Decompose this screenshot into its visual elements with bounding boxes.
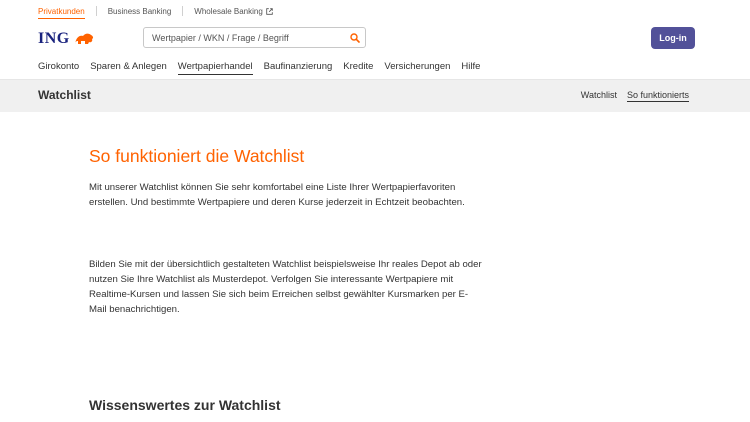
intro-paragraph: Mit unserer Watchlist können Sie sehr ko… bbox=[89, 182, 465, 208]
segment-bar: Privatkunden Business Banking Wholesale … bbox=[38, 0, 284, 22]
subnav-so-funktionierts[interactable]: So funktionierts bbox=[626, 90, 689, 102]
nav-kredite[interactable]: Kredite bbox=[343, 61, 373, 75]
nav-baufinanzierung[interactable]: Baufinanzierung bbox=[264, 61, 333, 75]
sub-navigation-bar: Watchlist Watchlist So funktionierts bbox=[0, 79, 750, 112]
page-heading: So funktioniert die Watchlist bbox=[89, 146, 305, 166]
section-title: Watchlist bbox=[38, 88, 91, 102]
ing-logo[interactable]: ING bbox=[38, 30, 95, 48]
sub-nav-links: Watchlist So funktionierts bbox=[571, 90, 689, 102]
search-button[interactable] bbox=[345, 32, 365, 43]
lion-icon bbox=[74, 33, 93, 44]
nav-girokonto[interactable]: Girokonto bbox=[38, 61, 79, 75]
subnav-watchlist[interactable]: Watchlist bbox=[581, 90, 617, 102]
search-icon bbox=[350, 32, 360, 43]
nav-versicherungen[interactable]: Versicherungen bbox=[384, 61, 450, 75]
section-subheading: Wissenswertes zur Watchlist bbox=[89, 397, 281, 413]
nav-wertpapierhandel[interactable]: Wertpapierhandel bbox=[177, 61, 253, 75]
nav-hilfe[interactable]: Hilfe bbox=[461, 61, 480, 75]
segment-business-banking[interactable]: Business Banking bbox=[97, 0, 183, 22]
segment-wholesale-label: Wholesale Banking bbox=[194, 6, 263, 16]
main-nav: Girokonto Sparen & Anlegen Wertpapierhan… bbox=[38, 61, 491, 75]
login-button[interactable]: Log-in bbox=[651, 27, 695, 49]
segment-privatkunden[interactable]: Privatkunden bbox=[38, 0, 96, 22]
logo-text: ING bbox=[38, 30, 70, 47]
search-box bbox=[143, 27, 366, 48]
search-input[interactable] bbox=[144, 28, 345, 47]
external-link-icon bbox=[266, 7, 273, 15]
segment-wholesale-banking[interactable]: Wholesale Banking bbox=[183, 0, 283, 22]
detail-paragraph: Bilden Sie mit der übersichtlich gestalt… bbox=[89, 259, 482, 315]
nav-sparen-anlegen[interactable]: Sparen & Anlegen bbox=[90, 61, 167, 75]
